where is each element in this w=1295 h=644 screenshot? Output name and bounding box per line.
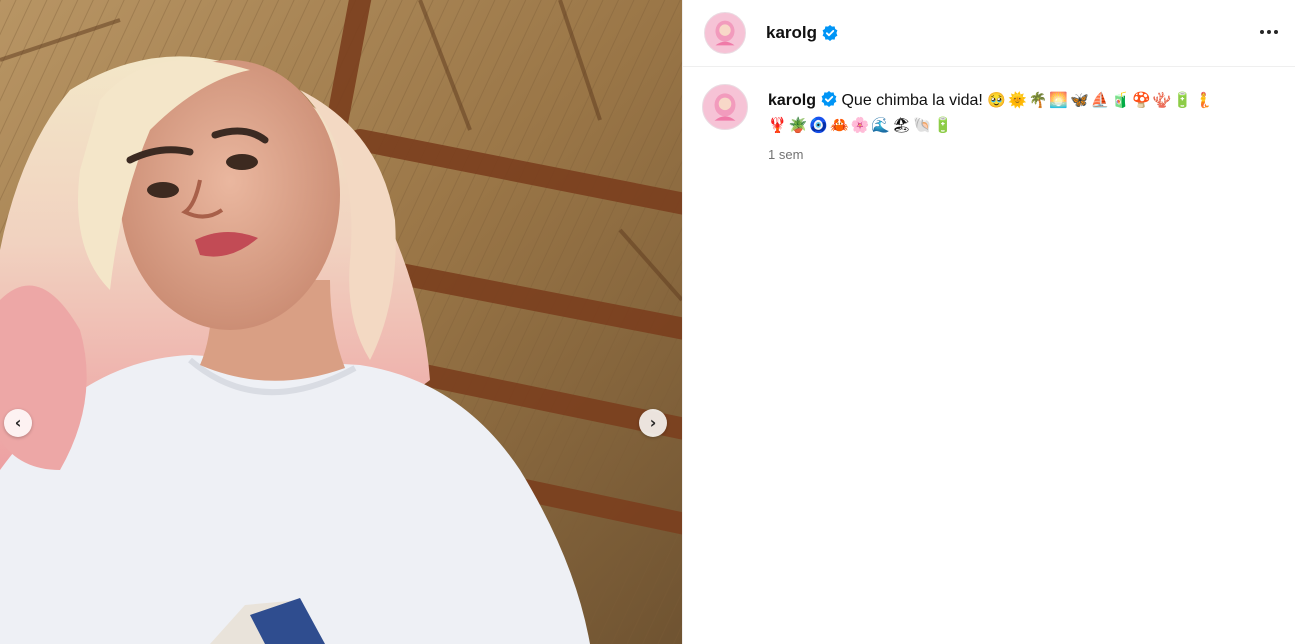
post-header: karolg xyxy=(683,0,1295,67)
caption-username[interactable]: karolg xyxy=(768,92,816,109)
caption-author-avatar[interactable] xyxy=(702,84,748,130)
verified-badge-icon xyxy=(821,90,837,107)
post-caption: karolg Que chimba la vida! 🥹🌞🌴🌅🦋⛵🧃🍄🪸🔋🧜 🦞… xyxy=(702,84,1282,162)
verified-badge-icon xyxy=(822,25,838,41)
caption-emojis-line-2: 🦞🪴🧿🦀🌸🌊🏖🐚🔋 xyxy=(768,117,955,134)
author-username[interactable]: karolg xyxy=(766,23,817,43)
post-media: ‹ › xyxy=(0,0,682,644)
post-photo xyxy=(0,0,682,644)
caption-body: karolg Que chimba la vida! 🥹🌞🌴🌅🦋⛵🧃🍄🪸🔋🧜 🦞… xyxy=(768,84,1268,162)
next-photo-button[interactable]: › xyxy=(639,409,667,437)
caption-emojis-line-1: 🥹🌞🌴🌅🦋⛵🧃🍄🪸🔋🧜 xyxy=(987,92,1215,109)
chevron-right-icon: › xyxy=(649,413,657,432)
more-options-button[interactable] xyxy=(1257,22,1281,42)
author-avatar[interactable] xyxy=(704,12,746,54)
more-horizontal-icon xyxy=(1260,30,1264,34)
chevron-left-icon: ‹ xyxy=(14,413,22,432)
caption-text: karolg Que chimba la vida! 🥹🌞🌴🌅🦋⛵🧃🍄🪸🔋🧜 🦞… xyxy=(768,88,1268,138)
post-dialog: ‹ › karolg karolg Que chimba la vida! 🥹🌞… xyxy=(0,0,1295,644)
post-timestamp[interactable]: 1 sem xyxy=(768,147,1268,162)
previous-photo-button[interactable]: ‹ xyxy=(4,409,32,437)
post-side-panel: karolg karolg Que chimba la vida! 🥹🌞🌴🌅🦋⛵… xyxy=(682,0,1295,644)
caption-message: Que chimba la vida! xyxy=(841,92,983,109)
